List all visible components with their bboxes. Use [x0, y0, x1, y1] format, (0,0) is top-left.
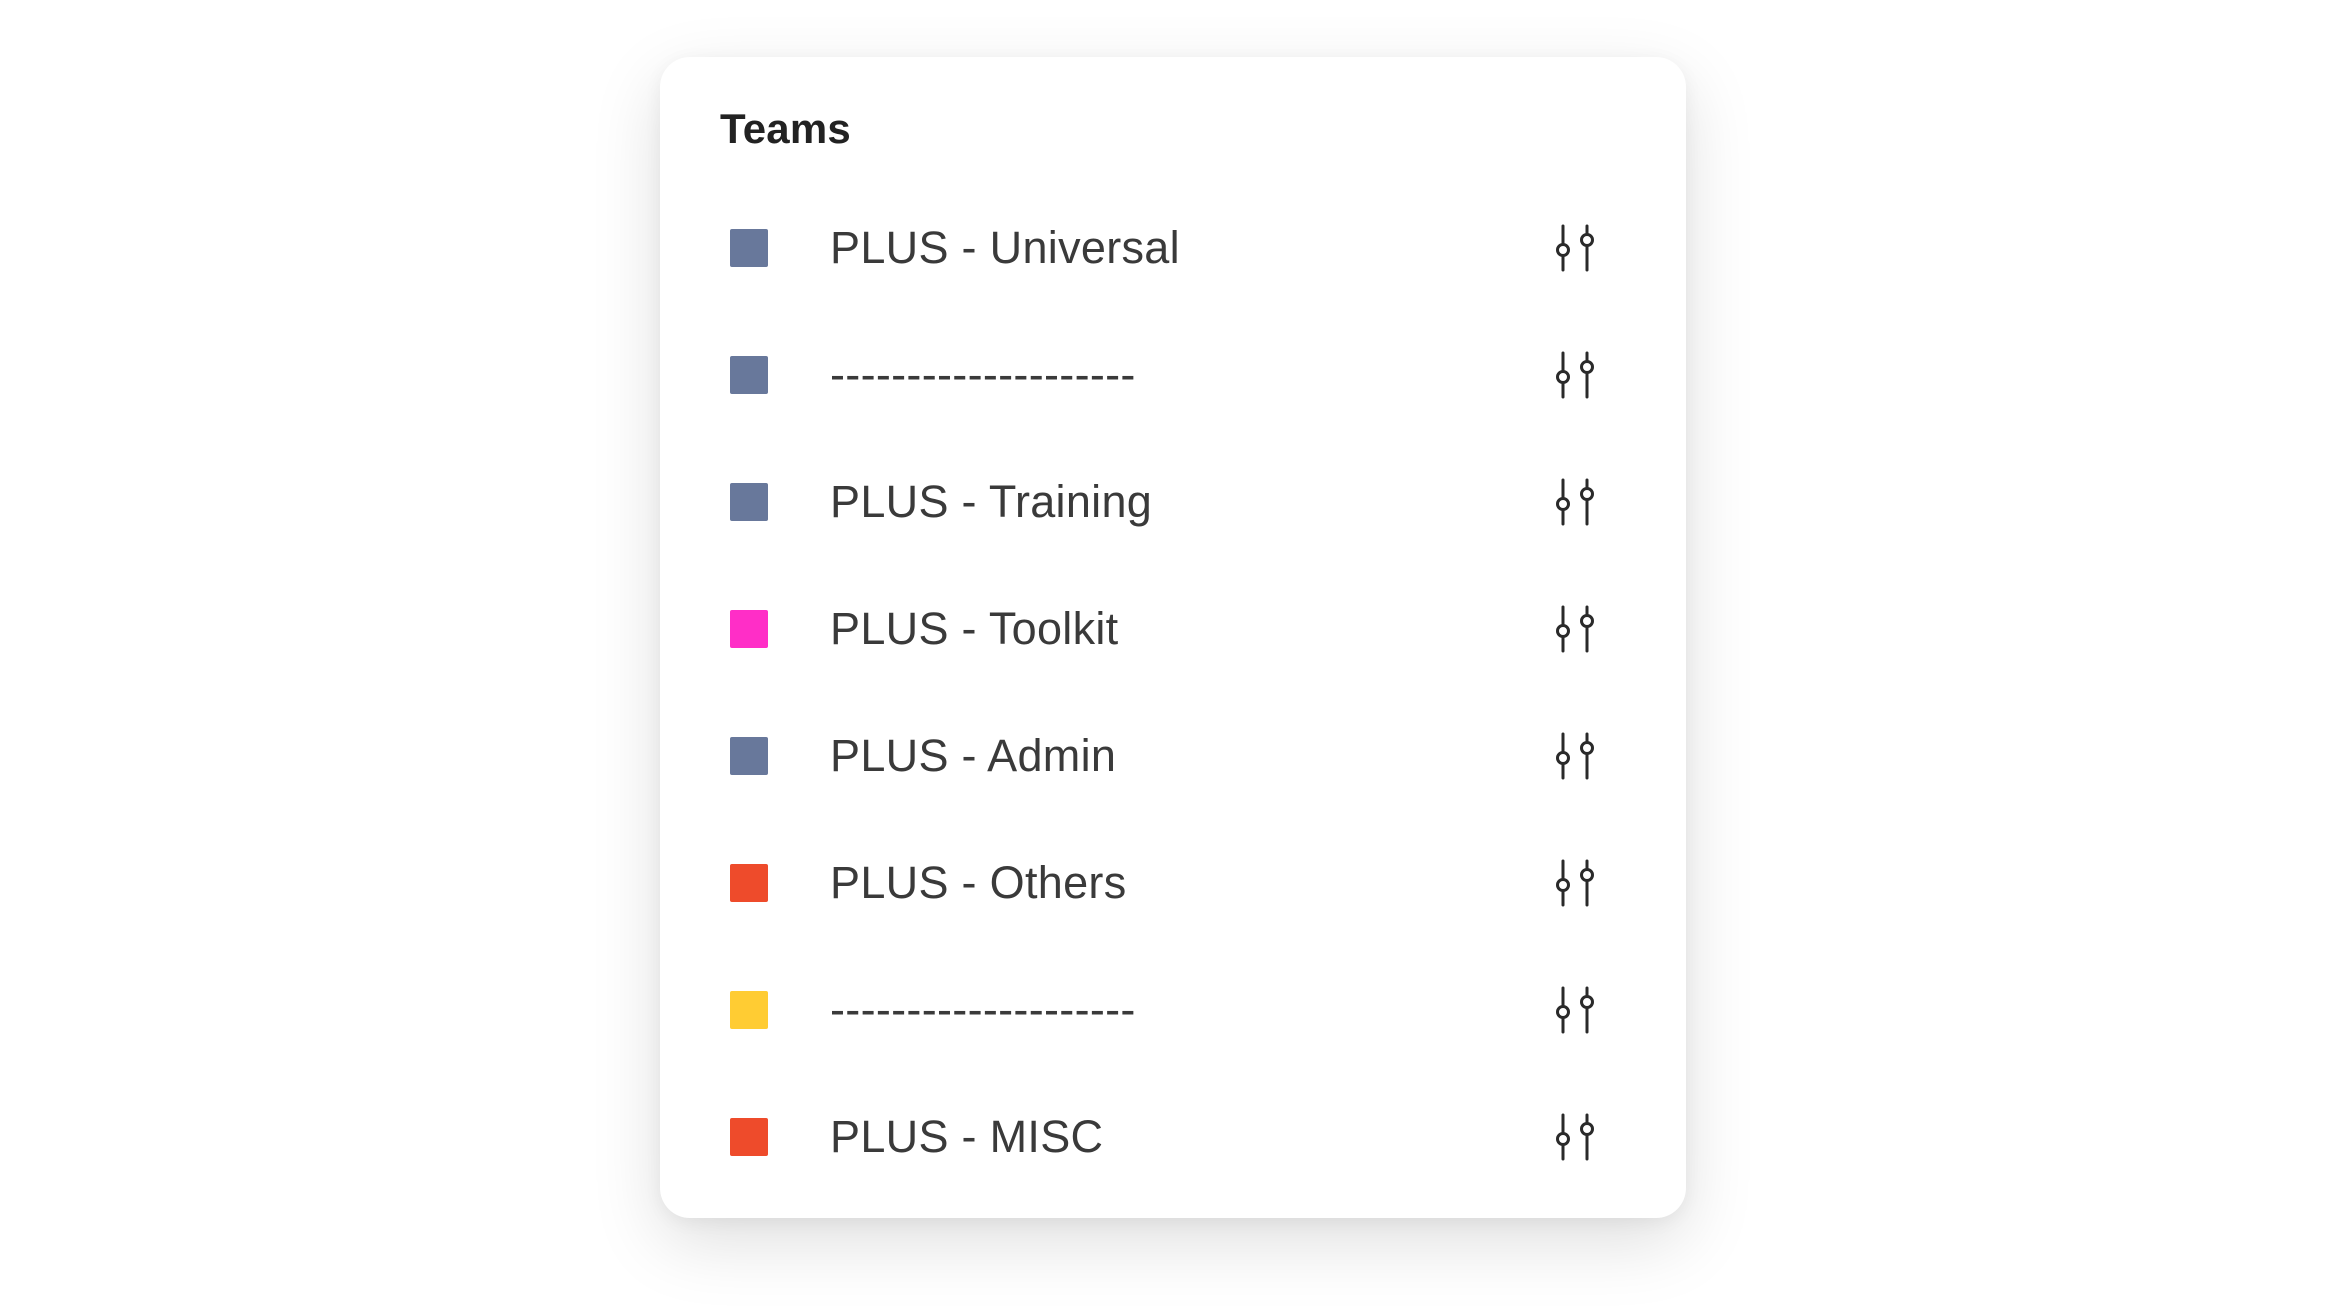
team-settings-button[interactable] — [1546, 473, 1604, 531]
team-color-swatch — [730, 482, 768, 521]
team-name: PLUS - MISC — [830, 1110, 1104, 1162]
team-row[interactable]: PLUS - Others — [660, 819, 1686, 946]
team-row[interactable]: -------------------- — [660, 946, 1686, 1073]
team-row[interactable]: PLUS - MISC — [660, 1073, 1686, 1200]
team-name: PLUS - Toolkit — [830, 602, 1119, 654]
sliders-icon — [1549, 222, 1601, 274]
panel-title: Teams — [720, 105, 851, 152]
team-name: PLUS - Training — [830, 475, 1153, 527]
sliders-icon — [1549, 476, 1601, 528]
team-name: PLUS - Universal — [830, 221, 1180, 273]
team-row[interactable]: PLUS - Universal — [660, 184, 1686, 311]
team-color-swatch — [730, 228, 768, 267]
team-settings-button[interactable] — [1546, 219, 1604, 277]
team-name: PLUS - Others — [830, 856, 1127, 908]
sliders-icon — [1549, 603, 1601, 655]
team-name: -------------------- — [830, 348, 1136, 400]
sliders-icon — [1549, 857, 1601, 909]
sliders-icon — [1549, 984, 1601, 1036]
sliders-icon — [1549, 1111, 1601, 1163]
team-name: -------------------- — [830, 983, 1136, 1035]
team-settings-button[interactable] — [1546, 981, 1604, 1039]
team-settings-button[interactable] — [1546, 346, 1604, 404]
team-row[interactable]: -------------------- — [660, 311, 1686, 438]
team-color-swatch — [730, 609, 768, 648]
team-name: PLUS - Admin — [830, 729, 1117, 781]
team-color-swatch — [730, 863, 768, 902]
team-settings-button[interactable] — [1546, 600, 1604, 658]
team-settings-button[interactable] — [1546, 727, 1604, 785]
team-color-swatch — [730, 990, 768, 1029]
teams-panel: Teams PLUS - Universal ------------------… — [660, 57, 1686, 1218]
sliders-icon — [1549, 730, 1601, 782]
sliders-icon — [1549, 349, 1601, 401]
team-color-swatch — [730, 736, 768, 775]
team-list: PLUS - Universal -------------------- PLUS… — [660, 184, 1686, 1200]
team-row[interactable]: PLUS - Toolkit — [660, 565, 1686, 692]
team-color-swatch — [730, 355, 768, 394]
team-settings-button[interactable] — [1546, 1108, 1604, 1166]
team-row[interactable]: PLUS - Training — [660, 438, 1686, 565]
team-settings-button[interactable] — [1546, 854, 1604, 912]
team-color-swatch — [730, 1117, 768, 1156]
team-row[interactable]: PLUS - Admin — [660, 692, 1686, 819]
